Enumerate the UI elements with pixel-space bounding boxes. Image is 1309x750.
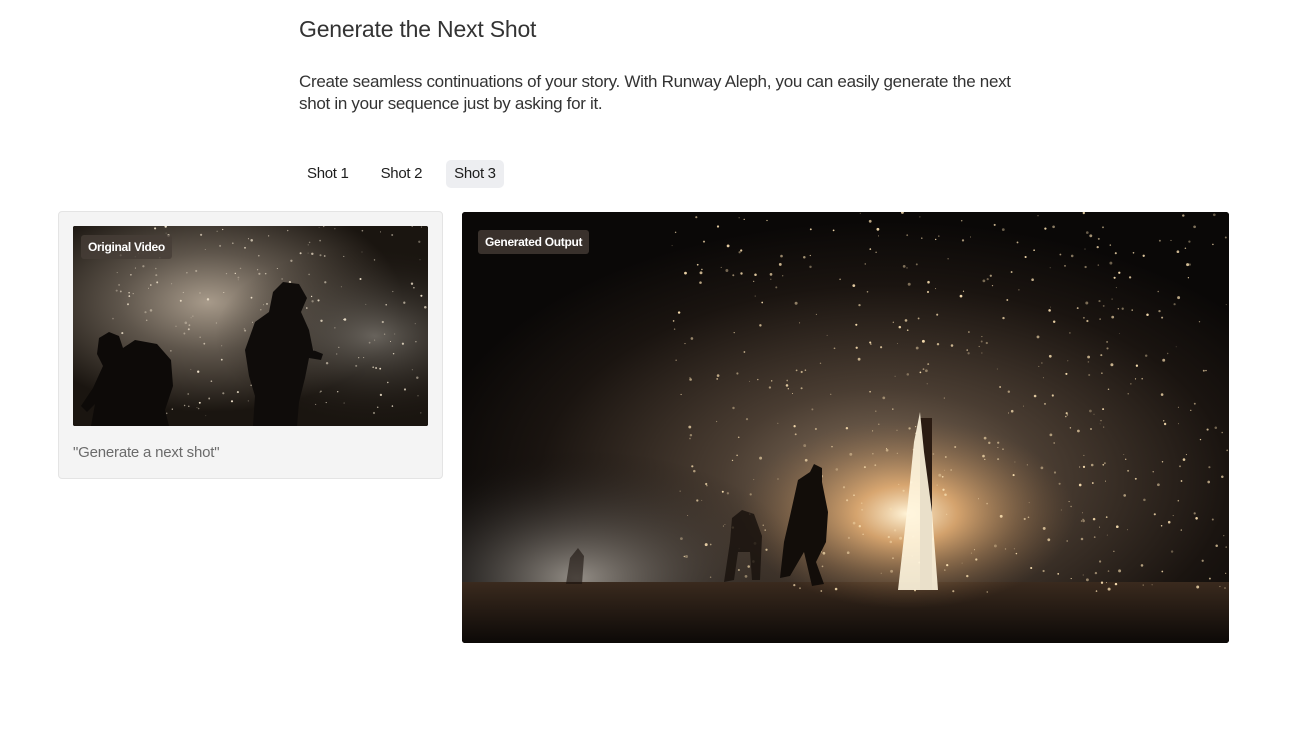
generated-output-badge: Generated Output bbox=[478, 230, 590, 254]
original-video[interactable]: Original Video bbox=[73, 226, 428, 426]
original-video-badge: Original Video bbox=[81, 235, 172, 259]
section-description: Create seamless continuations of your st… bbox=[299, 72, 1011, 113]
generated-output-video[interactable]: Generated Output bbox=[462, 212, 1229, 643]
tab-shot-3[interactable]: Shot 3 bbox=[446, 160, 504, 188]
tab-shot-1[interactable]: Shot 1 bbox=[299, 160, 357, 188]
section-title: Generate the Next Shot bbox=[299, 16, 537, 42]
shot-tabs: Shot 1 Shot 2 Shot 3 bbox=[299, 160, 504, 188]
generated-output-frame bbox=[462, 212, 1229, 643]
tab-shot-2[interactable]: Shot 2 bbox=[373, 160, 431, 188]
prompt-text: "Generate a next shot" bbox=[73, 444, 220, 461]
page: Generate the Next Shot Create seamless c… bbox=[0, 0, 1309, 750]
original-video-card: Original Video "Generate a next shot" bbox=[58, 211, 443, 479]
